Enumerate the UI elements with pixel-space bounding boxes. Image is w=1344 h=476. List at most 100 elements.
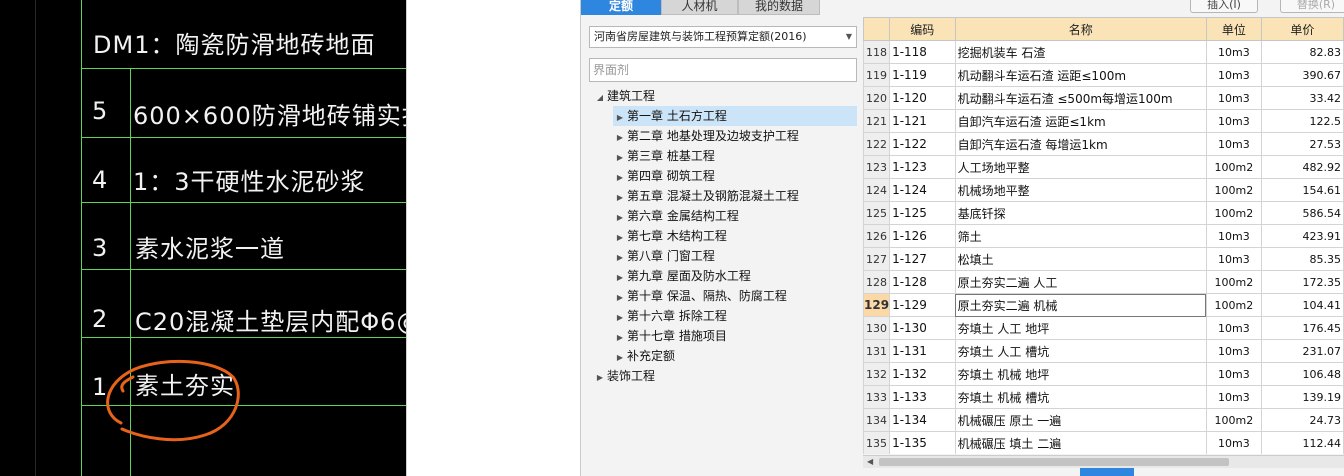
insert-button[interactable]: 插入(I)	[1190, 0, 1258, 13]
price-cell[interactable]: 85.35	[1260, 247, 1344, 271]
table-row[interactable]: 123 1-123 人工场地平整 100m2 482.92	[863, 155, 1344, 179]
horizontal-scrollbar[interactable]: ◀	[863, 455, 1344, 468]
row-number-cell[interactable]: 127	[863, 247, 891, 271]
name-cell[interactable]: 松填土	[954, 247, 1207, 271]
code-cell[interactable]: 1-128	[889, 270, 956, 294]
unit-cell[interactable]: 100m2	[1205, 201, 1262, 225]
collapsed-triangle-icon[interactable]: ▶	[593, 368, 607, 388]
name-cell[interactable]: 夯填土 机械 地坪	[954, 362, 1207, 386]
table-row[interactable]: 121 1-121 自卸汽车运石渣 运距≤1km 10m3 122.5	[863, 109, 1344, 133]
tree-chapter-item[interactable]: ▶ 第五章 混凝土及钢筋混凝土工程	[613, 186, 799, 206]
tree-node-decoration[interactable]: ▶ 装饰工程	[593, 366, 655, 386]
expanded-triangle-icon[interactable]: ◢	[593, 88, 607, 108]
unit-cell[interactable]: 10m3	[1205, 431, 1262, 454]
price-cell[interactable]: 139.19	[1260, 385, 1344, 409]
price-cell[interactable]: 33.42	[1260, 86, 1344, 110]
chapter-search-input[interactable]	[589, 58, 857, 82]
name-cell[interactable]: 自卸汽车运石渣 每增运1km	[954, 132, 1207, 156]
price-cell[interactable]: 112.44	[1260, 431, 1344, 454]
name-cell[interactable]: 原土夯实二遍 机械	[954, 293, 1207, 317]
unit-cell[interactable]: 10m3	[1205, 86, 1262, 110]
price-cell[interactable]: 82.83	[1260, 40, 1344, 64]
collapsed-triangle-icon[interactable]: ▶	[613, 108, 627, 128]
price-cell[interactable]: 172.35	[1260, 270, 1344, 294]
table-row[interactable]: 119 1-119 机动翻斗车运石渣 运距≤100m 10m3 390.67	[863, 63, 1344, 87]
name-cell[interactable]: 夯填土 机械 槽坑	[954, 385, 1207, 409]
cad-drawing-canvas[interactable]: DM1：陶瓷防滑地砖地面 5 600×600防滑地砖铺实拍平，稀水 4 1：3干…	[0, 0, 406, 476]
tree-chapter-item[interactable]: ▶ 第十章 保温、隔热、防腐工程	[613, 286, 787, 306]
row-number-cell[interactable]: 130	[863, 316, 891, 340]
code-cell[interactable]: 1-133	[889, 385, 956, 409]
price-cell[interactable]: 482.92	[1260, 155, 1344, 179]
tree-chapter-item[interactable]: ▶ 第二章 地基处理及边坡支护工程	[613, 126, 799, 146]
table-row[interactable]: 132 1-132 夯填土 机械 地坪 10m3 106.48	[863, 362, 1344, 386]
price-cell[interactable]: 104.41	[1260, 293, 1344, 317]
price-cell[interactable]: 27.53	[1260, 132, 1344, 156]
price-cell[interactable]: 231.07	[1260, 339, 1344, 363]
row-number-cell[interactable]: 124	[863, 178, 891, 202]
unit-cell[interactable]: 10m3	[1205, 247, 1262, 271]
panel-splitter-handle[interactable]	[1080, 468, 1134, 476]
name-cell[interactable]: 原土夯实二遍 人工	[954, 270, 1207, 294]
collapsed-triangle-icon[interactable]: ▶	[613, 208, 627, 228]
tree-chapter-item[interactable]: ▶ 第十六章 拆除工程	[613, 306, 727, 326]
price-cell[interactable]: 176.45	[1260, 316, 1344, 340]
tree-chapter-item[interactable]: ▶ 第六章 金属结构工程	[613, 206, 739, 226]
name-cell[interactable]: 夯填土 人工 槽坑	[954, 339, 1207, 363]
name-cell[interactable]: 机动翻斗车运石渣 ≤500m每增运100m	[954, 86, 1207, 110]
tree-chapter-item[interactable]: ▶ 第八章 门窗工程	[613, 246, 715, 266]
tree-chapter-item[interactable]: ▶ 第四章 砌筑工程	[613, 166, 715, 186]
code-cell[interactable]: 1-129	[889, 293, 956, 317]
code-cell[interactable]: 1-127	[889, 247, 956, 271]
code-cell[interactable]: 1-123	[889, 155, 956, 179]
table-row[interactable]: 126 1-126 筛土 10m3 423.91	[863, 224, 1344, 248]
collapsed-triangle-icon[interactable]: ▶	[613, 168, 627, 188]
price-cell[interactable]: 586.54	[1260, 201, 1344, 225]
table-row[interactable]: 120 1-120 机动翻斗车运石渣 ≤500m每增运100m 10m3 33.42	[863, 86, 1344, 110]
row-number-cell[interactable]: 126	[863, 224, 891, 248]
unit-cell[interactable]: 100m2	[1205, 270, 1262, 294]
unit-cell[interactable]: 10m3	[1205, 132, 1262, 156]
code-cell[interactable]: 1-124	[889, 178, 956, 202]
scroll-left-arrow-icon[interactable]: ◀	[867, 456, 873, 468]
tree-chapter-item[interactable]: ▶ 第九章 屋面及防水工程	[613, 266, 751, 286]
code-cell[interactable]: 1-134	[889, 408, 956, 432]
collapsed-triangle-icon[interactable]: ▶	[613, 348, 627, 368]
tree-chapter-item[interactable]: ▶ 第七章 木结构工程	[613, 226, 727, 246]
table-row[interactable]: 124 1-124 机械场地平整 100m2 154.61	[863, 178, 1344, 202]
collapsed-triangle-icon[interactable]: ▶	[613, 288, 627, 308]
code-cell[interactable]: 1-119	[889, 63, 956, 87]
name-cell[interactable]: 夯填土 人工 地坪	[954, 316, 1207, 340]
table-row[interactable]: 125 1-125 基底钎探 100m2 586.54	[863, 201, 1344, 225]
tree-chapter-item[interactable]: ▶ 第十七章 措施项目	[613, 326, 727, 346]
name-cell[interactable]: 自卸汽车运石渣 运距≤1km	[954, 109, 1207, 133]
tree-chapter-item[interactable]: ▶ 第三章 桩基工程	[613, 146, 715, 166]
row-number-cell[interactable]: 129	[863, 293, 891, 317]
table-row[interactable]: 133 1-133 夯填土 机械 槽坑 10m3 139.19	[863, 385, 1344, 409]
name-cell[interactable]: 机械碾压 原土 一遍	[954, 408, 1207, 432]
row-number-cell[interactable]: 132	[863, 362, 891, 386]
price-cell[interactable]: 390.67	[1260, 63, 1344, 87]
replace-button[interactable]: 替换(R)	[1280, 0, 1344, 13]
tab-quota[interactable]: 定额	[581, 0, 661, 15]
table-row[interactable]: 122 1-122 自卸汽车运石渣 每增运1km 10m3 27.53	[863, 132, 1344, 156]
tree-chapter-item[interactable]: ▶ 补充定额	[613, 346, 675, 366]
row-number-cell[interactable]: 133	[863, 385, 891, 409]
unit-cell[interactable]: 10m3	[1205, 109, 1262, 133]
unit-cell[interactable]: 10m3	[1205, 385, 1262, 409]
quota-grid[interactable]: 编码 名称 单位 单价 118 1-118 挖掘机装车 石渣 10m3 82.83 119…	[863, 17, 1344, 454]
code-cell[interactable]: 1-118	[889, 40, 956, 64]
price-cell[interactable]: 106.48	[1260, 362, 1344, 386]
collapsed-triangle-icon[interactable]: ▶	[613, 248, 627, 268]
name-cell[interactable]: 基底钎探	[954, 201, 1207, 225]
unit-cell[interactable]: 10m3	[1205, 362, 1262, 386]
unit-column-header[interactable]: 单位	[1205, 17, 1262, 41]
row-number-cell[interactable]: 131	[863, 339, 891, 363]
code-cell[interactable]: 1-120	[889, 86, 956, 110]
row-number-cell[interactable]: 120	[863, 86, 891, 110]
price-column-header[interactable]: 单价	[1260, 17, 1344, 41]
row-number-cell[interactable]: 134	[863, 408, 891, 432]
row-number-cell[interactable]: 125	[863, 201, 891, 225]
table-row[interactable]: 128 1-128 原土夯实二遍 人工 100m2 172.35	[863, 270, 1344, 294]
unit-cell[interactable]: 100m2	[1205, 293, 1262, 317]
